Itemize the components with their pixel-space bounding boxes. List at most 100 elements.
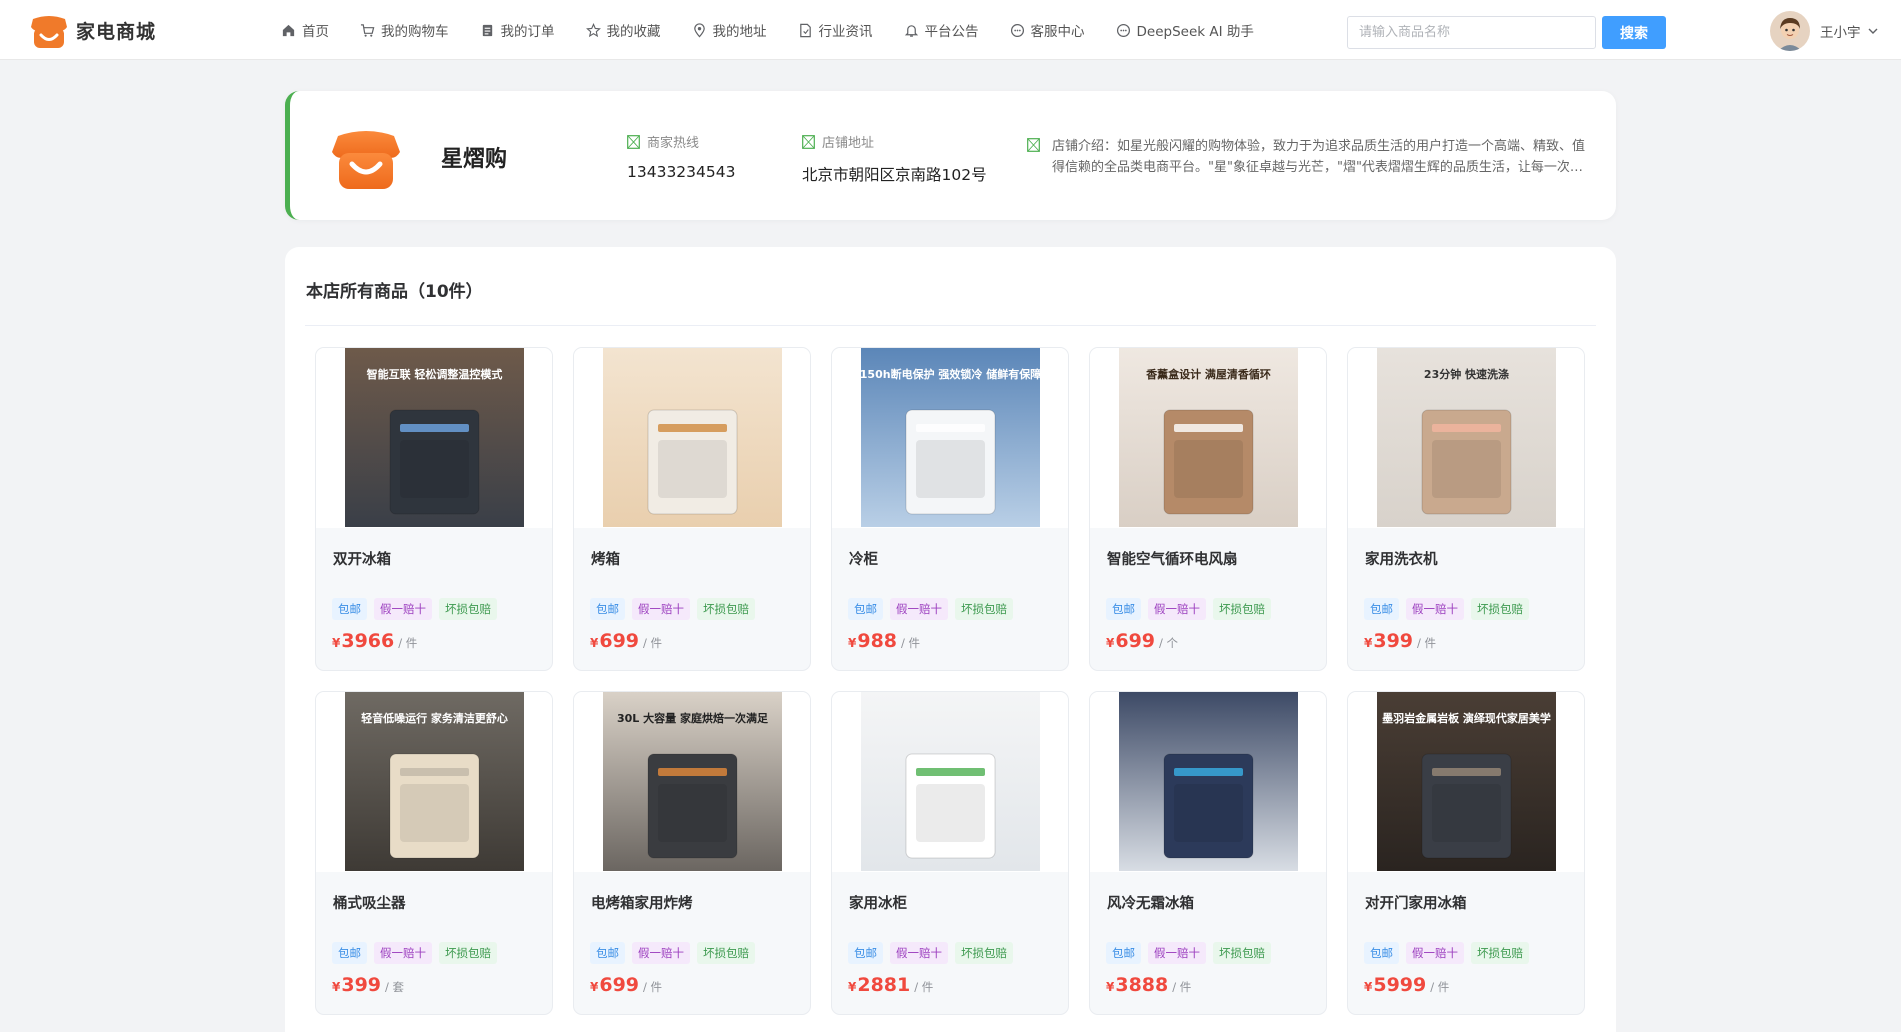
search-input[interactable] <box>1347 16 1596 49</box>
product-card[interactable]: 烤箱包邮 假一赔十 坏损包赔 ¥699/ 件 <box>573 347 811 671</box>
product-image[interactable]: 墨羽岩金属岩板 演绎现代家居美学 <box>1377 692 1556 871</box>
nav-address[interactable]: 我的地址 <box>692 20 767 40</box>
product-tags: 包邮 假一赔十 坏损包赔 <box>848 598 1020 620</box>
service-tag: 假一赔十 <box>632 942 690 964</box>
service-tag: 假一赔十 <box>374 598 432 620</box>
price-unit: / 件 <box>1417 636 1437 650</box>
product-card[interactable]: 轻音低噪运行 家务清洁更舒心 桶式吸尘器 包邮 假一赔十 坏损包赔 ¥399/ 套 <box>315 691 553 1015</box>
product-image-caption: 轻音低噪运行 家务清洁更舒心 <box>361 711 508 725</box>
service-tag: 坏损包赔 <box>439 598 497 620</box>
nav-service[interactable]: 客服中心 <box>1010 20 1085 40</box>
product-tags: 包邮 假一赔十 坏损包赔 <box>1106 598 1278 620</box>
product-card[interactable]: 智能互联 轻松调整温控模式 双开冰箱 包邮 假一赔十 坏损包赔 ¥3966/ 件 <box>315 347 553 671</box>
product-name: 家用洗衣机 <box>1365 552 1438 568</box>
product-card[interactable]: 风冷无霜冰箱 包邮 假一赔十 坏损包赔 ¥3888/ 件 <box>1089 691 1327 1015</box>
product-image-caption: 150h断电保护 强效锁冷 储鲜有保障 <box>861 367 1040 381</box>
site-logo[interactable]: 家电商城 <box>29 11 156 49</box>
product-name: 家用冰柜 <box>849 896 907 912</box>
currency-symbol: ¥ <box>1364 636 1373 650</box>
search-button[interactable]: 搜索 <box>1602 16 1666 49</box>
broken-image-icon <box>802 134 815 149</box>
nav-announcements[interactable]: 平台公告 <box>904 20 979 40</box>
price-unit: / 件 <box>643 980 663 994</box>
product-card[interactable]: 30L 大容量 家庭烘焙一次满足 电烤箱家用炸烤 包邮 假一赔十 坏损包赔 ¥699/ 件 <box>573 691 811 1015</box>
product-card[interactable]: 23分钟 快速洗涤 家用洗衣机 包邮 假一赔十 坏损包赔 ¥399/ 件 <box>1347 347 1585 671</box>
service-tag: 假一赔十 <box>374 942 432 964</box>
products-panel: 本店所有商品（10件） 智能互联 轻松调整温控模式 双开冰箱 包邮 假一赔十 坏损包赔 ¥… <box>285 247 1616 1032</box>
currency-symbol: ¥ <box>332 980 341 994</box>
price-value: 399 <box>1373 630 1414 652</box>
user-avatar-icon <box>1770 11 1810 51</box>
product-card[interactable]: 墨羽岩金属岩板 演绎现代家居美学 对开门家用冰箱 包邮 假一赔十 坏损包赔 ¥5999/ … <box>1347 691 1585 1015</box>
product-card[interactable]: 家用冰柜 包邮 假一赔十 坏损包赔 ¥2881/ 件 <box>831 691 1069 1015</box>
service-tag: 假一赔十 <box>1406 942 1464 964</box>
hotline-value: 13433234543 <box>627 163 736 181</box>
price-unit: / 件 <box>1172 980 1192 994</box>
service-tag: 假一赔十 <box>1406 598 1464 620</box>
product-card[interactable]: 150h断电保护 强效锁冷 储鲜有保障冷柜包邮 假一赔十 坏损包赔 ¥988/ 件 <box>831 347 1069 671</box>
product-image[interactable] <box>861 692 1040 871</box>
product-tags: 包邮 假一赔十 坏损包赔 <box>1106 942 1278 964</box>
broken-image-icon <box>1027 138 1040 152</box>
user-menu[interactable]: 王小宇 <box>1770 11 1879 51</box>
product-image-caption: 香薰盒设计 满屋清香循环 <box>1145 367 1271 381</box>
product-image-wrapper: 智能互联 轻松调整温控模式 <box>316 348 552 528</box>
avatar <box>1770 11 1810 51</box>
nav-news[interactable]: 行业资讯 <box>798 20 873 40</box>
product-image[interactable]: 香薰盒设计 满屋清香循环 <box>1119 348 1298 527</box>
product-card[interactable]: 香薰盒设计 满屋清香循环智能空气循环电风扇包邮 假一赔十 坏损包赔 ¥699/ 个 <box>1089 347 1327 671</box>
product-image[interactable]: 轻音低噪运行 家务清洁更舒心 <box>345 692 524 871</box>
product-name: 智能空气循环电风扇 <box>1107 552 1238 568</box>
price-unit: / 件 <box>643 636 663 650</box>
product-image-wrapper <box>1090 692 1326 872</box>
main-nav: 首页 我的购物车 我的订单 我的收藏 我的地址 行业资讯 平台公告 客服中心 D… <box>281 0 1285 60</box>
nav-announcements-label: 平台公告 <box>924 24 979 40</box>
nav-favorites[interactable]: 我的收藏 <box>585 20 661 40</box>
nav-home[interactable]: 首页 <box>281 20 329 40</box>
service-tag: 包邮 <box>590 598 625 620</box>
service-tag: 坏损包赔 <box>1471 942 1529 964</box>
currency-symbol: ¥ <box>1364 980 1373 994</box>
nav-cart[interactable]: 我的购物车 <box>360 20 449 40</box>
nav-address-label: 我的地址 <box>712 24 767 40</box>
service-tag: 假一赔十 <box>632 598 690 620</box>
document-icon <box>799 23 811 37</box>
product-name: 双开冰箱 <box>333 552 391 568</box>
brand-name: 家电商城 <box>76 20 157 43</box>
currency-symbol: ¥ <box>332 636 341 650</box>
service-tag: 坏损包赔 <box>697 942 755 964</box>
product-name: 冷柜 <box>849 552 878 568</box>
nav-ai-assistant-label: DeepSeek AI 助手 <box>1136 24 1254 40</box>
address-label: 店铺地址 <box>822 136 875 151</box>
nav-ai-assistant[interactable]: DeepSeek AI 助手 <box>1116 20 1254 40</box>
service-tag: 坏损包赔 <box>1213 598 1271 620</box>
product-image[interactable] <box>1119 692 1298 871</box>
product-price: ¥2881/ 件 <box>848 974 933 996</box>
product-image[interactable] <box>603 348 782 527</box>
product-image[interactable]: 30L 大容量 家庭烘焙一次满足 <box>603 692 782 871</box>
product-price: ¥699/ 个 <box>1106 630 1178 652</box>
price-value: 988 <box>857 630 898 652</box>
nav-orders[interactable]: 我的订单 <box>480 20 555 40</box>
address-value: 北京市朝阳区京南路102号 <box>802 166 987 184</box>
product-image-caption: 23分钟 快速洗涤 <box>1424 367 1509 381</box>
product-tags: 包邮 假一赔十 坏损包赔 <box>590 598 762 620</box>
product-price: ¥699/ 件 <box>590 630 662 652</box>
nav-orders-label: 我的订单 <box>500 24 555 40</box>
product-name: 烤箱 <box>591 552 620 568</box>
product-image[interactable]: 150h断电保护 强效锁冷 储鲜有保障 <box>861 348 1040 527</box>
product-price: ¥699/ 件 <box>590 974 662 996</box>
nav-news-label: 行业资讯 <box>818 24 873 40</box>
product-price: ¥988/ 件 <box>848 630 920 652</box>
shop-hotline: 商家热线 13433234543 <box>627 132 735 181</box>
service-tag: 包邮 <box>848 942 883 964</box>
star-icon <box>585 22 601 37</box>
product-image[interactable]: 智能互联 轻松调整温控模式 <box>345 348 524 527</box>
price-value: 399 <box>341 974 382 996</box>
price-value: 699 <box>599 630 640 652</box>
shop-intro: 店铺介绍：如星光般闪耀的购物体验，致力于为追求品质生活的用户打造一个高端、精致、… <box>1052 139 1586 175</box>
currency-symbol: ¥ <box>590 636 599 650</box>
product-image[interactable]: 23分钟 快速洗涤 <box>1377 348 1556 527</box>
top-header: 家电商城 首页 我的购物车 我的订单 我的收藏 我的地址 行业资讯 平台公告 客… <box>0 0 1901 60</box>
service-tag: 包邮 <box>590 942 625 964</box>
